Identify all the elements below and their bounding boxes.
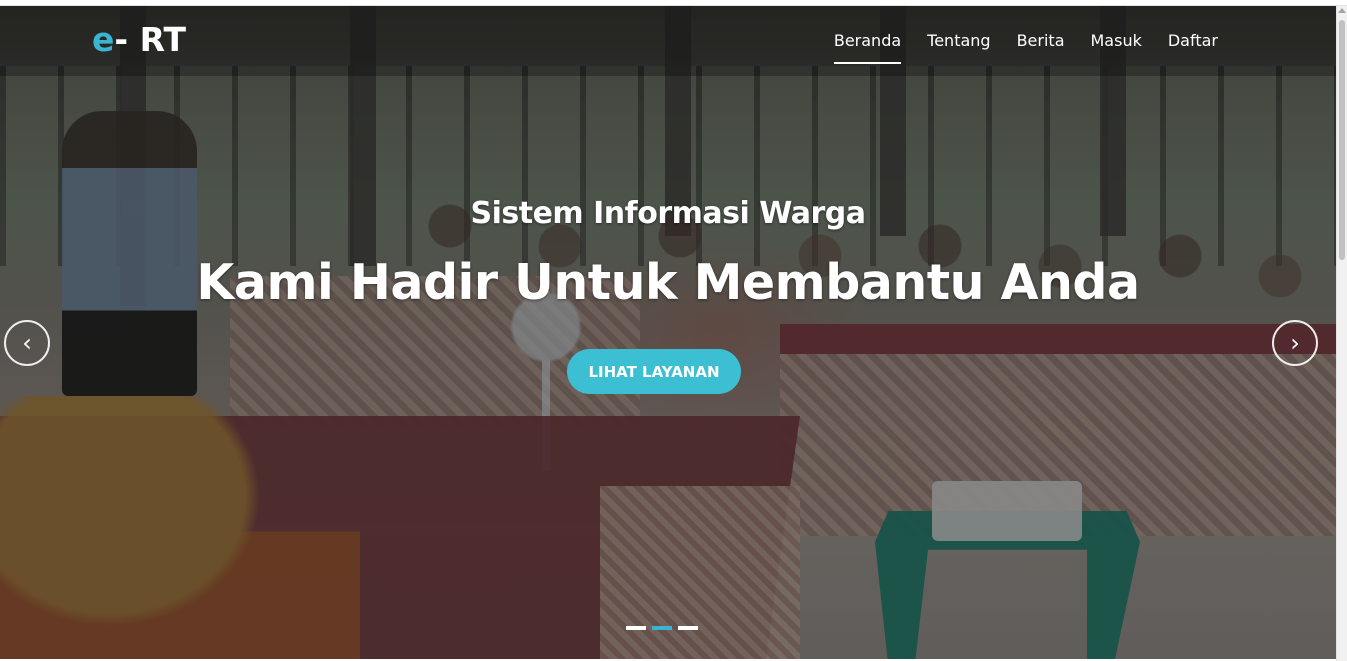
carousel-prev-button[interactable]: ‹ bbox=[4, 320, 50, 366]
brand-logo-prefix: e bbox=[92, 20, 115, 59]
nav-item-masuk[interactable]: Masuk bbox=[1091, 31, 1142, 64]
chevron-left-icon: ‹ bbox=[22, 329, 32, 357]
hero-title: Kami Hadir Untuk Membantu Anda bbox=[196, 254, 1140, 311]
navbar: e- RT Beranda Tentang Berita Masuk Dafta… bbox=[0, 6, 1336, 76]
lihat-layanan-button[interactable]: LIHAT LAYANAN bbox=[567, 349, 741, 394]
scroll-up-arrow-icon[interactable] bbox=[1338, 8, 1346, 13]
hero-carousel: e- RT Beranda Tentang Berita Masuk Dafta… bbox=[0, 6, 1336, 659]
carousel-indicator-1[interactable] bbox=[626, 626, 646, 630]
nav-item-beranda[interactable]: Beranda bbox=[833, 31, 902, 64]
nav-item-daftar[interactable]: Daftar bbox=[1168, 31, 1218, 64]
carousel-indicators bbox=[626, 626, 698, 630]
nav-item-berita[interactable]: Berita bbox=[1017, 31, 1065, 64]
carousel-next-button[interactable]: › bbox=[1272, 320, 1318, 366]
page-scrollbar[interactable] bbox=[1336, 6, 1347, 661]
hero-subtitle: Sistem Informasi Warga bbox=[470, 196, 866, 231]
carousel-indicator-2[interactable] bbox=[652, 626, 672, 630]
scrollbar-thumb[interactable] bbox=[1339, 20, 1345, 260]
brand-logo[interactable]: e- RT bbox=[92, 20, 186, 59]
nav-item-tentang[interactable]: Tentang bbox=[927, 31, 990, 64]
nav-menu: Beranda Tentang Berita Masuk Daftar bbox=[808, 31, 1218, 64]
carousel-indicator-3[interactable] bbox=[678, 626, 698, 630]
brand-logo-suffix: - RT bbox=[114, 20, 187, 59]
chevron-right-icon: › bbox=[1290, 329, 1300, 357]
